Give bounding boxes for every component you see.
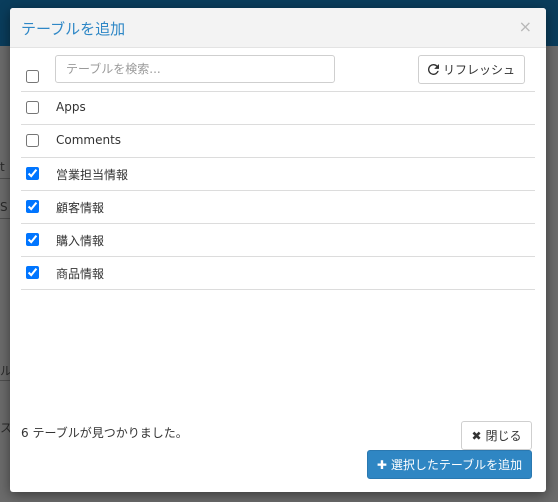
table-checkbox[interactable] [26,233,39,246]
background-divider [0,178,10,179]
table-row[interactable]: 購入情報 [21,224,535,257]
table-checkbox[interactable] [26,134,39,147]
background-text-fragment: S [0,200,8,214]
table-checkbox[interactable] [26,200,39,213]
table-name: Comments [56,133,122,147]
table-name: 商品情報 [56,267,105,281]
table-checkbox[interactable] [26,167,39,180]
table-count-status: 6 テーブルが見つかりました。 [21,426,188,440]
background-divider [0,218,10,219]
table-checkbox[interactable] [26,266,39,279]
plus-icon: ✚ [376,457,387,472]
close-button[interactable]: ✖ 閉じる [461,421,532,450]
dialog-title: テーブルを追加 [21,20,126,38]
refresh-button[interactable]: リフレッシュ [418,55,525,84]
table-row[interactable]: Apps [21,92,535,125]
background-divider [0,380,10,381]
refresh-icon [428,64,439,75]
add-button-label: 選択したテーブルを追加 [390,458,523,472]
table-name: 顧客情報 [56,201,105,215]
table-row[interactable]: 商品情報 [21,257,535,290]
close-button-label: 閉じる [485,429,522,443]
close-icon[interactable]: × [519,17,532,36]
background-text-fragment: t [0,160,5,174]
table-row[interactable]: 営業担当情報 [21,158,535,191]
add-selected-tables-button[interactable]: ✚ 選択したテーブルを追加 [367,450,532,479]
search-row: リフレッシュ [21,53,535,92]
table-name: Apps [56,100,86,114]
close-icon: ✖ [471,428,482,443]
select-all-checkbox[interactable] [26,70,39,83]
refresh-button-label: リフレッシュ [442,63,515,77]
table-row[interactable]: Comments [21,125,535,158]
dialog-header: テーブルを追加 × [10,8,546,48]
table-name: 営業担当情報 [56,168,129,182]
search-input[interactable] [55,55,335,83]
table-checkbox[interactable] [26,101,39,114]
add-table-dialog: テーブルを追加 × リフレッシュ Apps Comments 営業担当情報 顧客… [10,8,546,492]
table-row[interactable]: 顧客情報 [21,191,535,224]
table-name: 購入情報 [56,234,105,248]
